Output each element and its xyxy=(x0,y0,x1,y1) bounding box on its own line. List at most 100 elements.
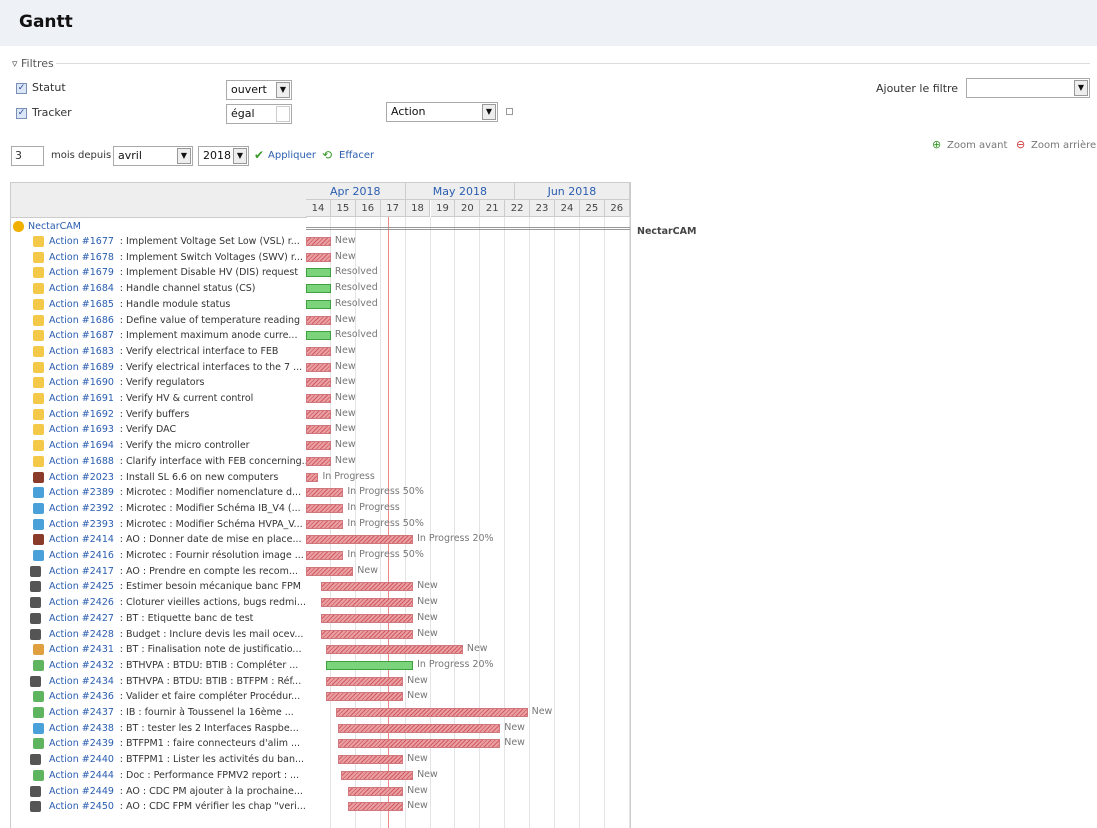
task-bar[interactable] xyxy=(306,331,331,341)
tracker-checkbox[interactable]: ✓ xyxy=(16,108,27,119)
issue-id-link[interactable]: Action #2392 xyxy=(49,501,114,517)
issue-row[interactable]: Action #2416: Microtec : Fournir résolut… xyxy=(11,548,307,564)
statut-operator-select[interactable]: ouvert ▼ xyxy=(226,80,292,100)
project-name[interactable]: NectarCAM xyxy=(28,219,81,235)
issue-row[interactable]: Action #2414: AO : Donner date de mise e… xyxy=(11,532,307,548)
issue-id-link[interactable]: Action #1678 xyxy=(49,250,114,266)
issue-row[interactable]: Action #1686: Define value of temperatur… xyxy=(11,313,307,329)
issue-row[interactable]: Action #1694: Verify the micro controlle… xyxy=(11,438,307,454)
issue-id-link[interactable]: Action #2428 xyxy=(49,627,114,643)
issue-row[interactable]: Action #2440: BTFPM1 : Lister les activi… xyxy=(11,752,307,768)
issue-row[interactable]: Action #1689: Verify electrical interfac… xyxy=(11,360,307,376)
issue-id-link[interactable]: Action #2449 xyxy=(49,784,114,800)
issue-id-link[interactable]: Action #2432 xyxy=(49,658,114,674)
issue-id-link[interactable]: Action #2427 xyxy=(49,611,114,627)
issue-row[interactable]: Action #2432: BTHVPA : BTDU: BTIB : Comp… xyxy=(11,658,307,674)
issue-id-link[interactable]: Action #2416 xyxy=(49,548,114,564)
issue-row[interactable]: Action #2437: IB : fournir à Toussenel l… xyxy=(11,705,307,721)
task-bar[interactable] xyxy=(306,284,331,294)
issue-id-link[interactable]: Action #1692 xyxy=(49,407,114,423)
issue-id-link[interactable]: Action #2414 xyxy=(49,532,114,548)
filters-toggle[interactable]: ▿ Filtres xyxy=(10,57,56,70)
issue-id-link[interactable]: Action #2393 xyxy=(49,517,114,533)
issue-id-link[interactable]: Action #2425 xyxy=(49,579,114,595)
issue-row[interactable]: Action #2425: Estimer besoin mécanique b… xyxy=(11,579,307,595)
issue-row[interactable]: Action #1685: Handle module status xyxy=(11,297,307,313)
issue-row[interactable]: Action #2427: BT : Etiquette banc de tes… xyxy=(11,611,307,627)
add-filter-select[interactable]: ▼ xyxy=(966,78,1090,98)
issue-id-link[interactable]: Action #2439 xyxy=(49,736,114,752)
issue-row[interactable]: Action #2434: BTHVPA : BTDU: BTIB : BTFP… xyxy=(11,674,307,690)
issue-id-link[interactable]: Action #1688 xyxy=(49,454,114,470)
issue-row[interactable]: Action #2450: AO : CDC FPM vérifier les … xyxy=(11,799,307,815)
issue-id-link[interactable]: Action #2417 xyxy=(49,564,114,580)
issue-id-link[interactable]: Action #1687 xyxy=(49,328,114,344)
months-input[interactable]: 3 xyxy=(11,146,44,166)
issue-subject: : Implement Voltage Set Low (VSL) r... xyxy=(119,236,300,247)
tracker-operator-select[interactable]: égal xyxy=(226,104,292,124)
issue-id-link[interactable]: Action #1683 xyxy=(49,344,114,360)
issue-row[interactable]: Action #2417: AO : Prendre en compte les… xyxy=(11,564,307,580)
issue-id-link[interactable]: Action #2444 xyxy=(49,768,114,784)
issue-id-link[interactable]: Action #1679 xyxy=(49,265,114,281)
issue-row[interactable]: Action #1690: Verify regulators xyxy=(11,375,307,391)
task-bar-progress xyxy=(306,394,331,403)
issue-id-link[interactable]: Action #2440 xyxy=(49,752,114,768)
apply-link[interactable]: Appliquer xyxy=(268,150,316,161)
issue-row[interactable]: Action #1679: Implement Disable HV (DIS)… xyxy=(11,265,307,281)
issue-id-link[interactable]: Action #1685 xyxy=(49,297,114,313)
issue-row[interactable]: Action #1677 : Implement Voltage Set Low … xyxy=(11,234,307,250)
issue-row[interactable]: Action #2444: Doc : Performance FPMV2 re… xyxy=(11,768,307,784)
issue-id-link[interactable]: Action #1694 xyxy=(49,438,114,454)
issue-id-link[interactable]: Action #2426 xyxy=(49,595,114,611)
issue-id-link[interactable]: Action #2023 xyxy=(49,470,114,486)
issue-id-link[interactable]: Action #2389 xyxy=(49,485,114,501)
task-bar[interactable] xyxy=(306,268,331,278)
issue-row[interactable]: Action #2428: Budget : Inclure devis les… xyxy=(11,627,307,643)
statut-checkbox[interactable]: ✓ xyxy=(16,83,27,94)
issue-id-link[interactable]: Action #1691 xyxy=(49,391,114,407)
issue-row[interactable]: Action #1684: Handle channel status (CS) xyxy=(11,281,307,297)
issue-id-link[interactable]: Action #2431 xyxy=(49,642,114,658)
issue-row[interactable]: Action #2392: Microtec : Modifier Schéma… xyxy=(11,501,307,517)
issue-id-link[interactable]: Action #2450 xyxy=(49,799,114,815)
issue-id-link[interactable]: Action #2436 xyxy=(49,689,114,705)
issue-id-link[interactable]: Action #1690 xyxy=(49,375,114,391)
issue-id-link[interactable]: Action #1686 xyxy=(49,313,114,329)
issue-row[interactable]: Action #1691: Verify HV & current contro… xyxy=(11,391,307,407)
issue-id-link[interactable]: Action #2434 xyxy=(49,674,114,690)
issue-id-link[interactable]: Action #1677 xyxy=(49,234,114,250)
issue-row[interactable]: Action #2023: Install SL 6.6 on new comp… xyxy=(11,470,307,486)
month-select[interactable]: avril ▼ xyxy=(113,146,193,166)
zoom-in-link[interactable]: Zoom avant xyxy=(947,140,1007,151)
issue-row[interactable]: Action #2438: BT : tester les 2 Interfac… xyxy=(11,721,307,737)
issue-row[interactable]: Action #1687: Implement maximum anode cu… xyxy=(11,328,307,344)
issue-id-link[interactable]: Action #2437 xyxy=(49,705,114,721)
issue-row[interactable]: Action #1678: Implement Switch Voltages … xyxy=(11,250,307,266)
issue-id-link[interactable]: Action #1684 xyxy=(49,281,114,297)
task-bar[interactable] xyxy=(325,660,414,670)
year-select[interactable]: 2018 ▼ xyxy=(198,146,249,166)
issue-row[interactable]: Action #1683: Verify electrical interfac… xyxy=(11,344,307,360)
issue-row[interactable]: Action #2393: Microtec : Modifier Schéma… xyxy=(11,517,307,533)
issue-row[interactable]: Action #2431: BT : Finalisation note de … xyxy=(11,642,307,658)
task-bar[interactable] xyxy=(306,299,331,309)
issue-row[interactable]: Action #2436: Valider et faire compléter… xyxy=(11,689,307,705)
issue-row[interactable]: Action #2439: BTFPM1 : faire connecteurs… xyxy=(11,736,307,752)
issue-row[interactable]: Action #2449: AO : CDC PM ajouter à la p… xyxy=(11,784,307,800)
issue-row[interactable]: Action #2426: Cloturer vieilles actions,… xyxy=(11,595,307,611)
issue-id-link[interactable]: Action #2438 xyxy=(49,721,114,737)
issue-row[interactable]: Action #1692: Verify buffers xyxy=(11,407,307,423)
leaf-icon xyxy=(33,769,44,781)
zoom-out-link[interactable]: Zoom arrière xyxy=(1031,140,1096,151)
tracker-value-select[interactable]: Action ▼ xyxy=(386,102,498,122)
issue-row[interactable]: Action #2389: Microtec : Modifier nomenc… xyxy=(11,485,307,501)
project-row[interactable]: NectarCAM xyxy=(11,219,307,235)
issue-row[interactable]: Action #1688: Clarify interface with FEB… xyxy=(11,454,307,470)
task-status-label: New xyxy=(531,706,553,717)
clear-link[interactable]: Effacer xyxy=(339,150,374,161)
issue-id-link[interactable]: Action #1689 xyxy=(49,360,114,376)
toggle-multiselect-icon[interactable] xyxy=(506,108,513,115)
issue-id-link[interactable]: Action #1693 xyxy=(49,422,114,438)
issue-row[interactable]: Action #1693: Verify DAC xyxy=(11,422,307,438)
